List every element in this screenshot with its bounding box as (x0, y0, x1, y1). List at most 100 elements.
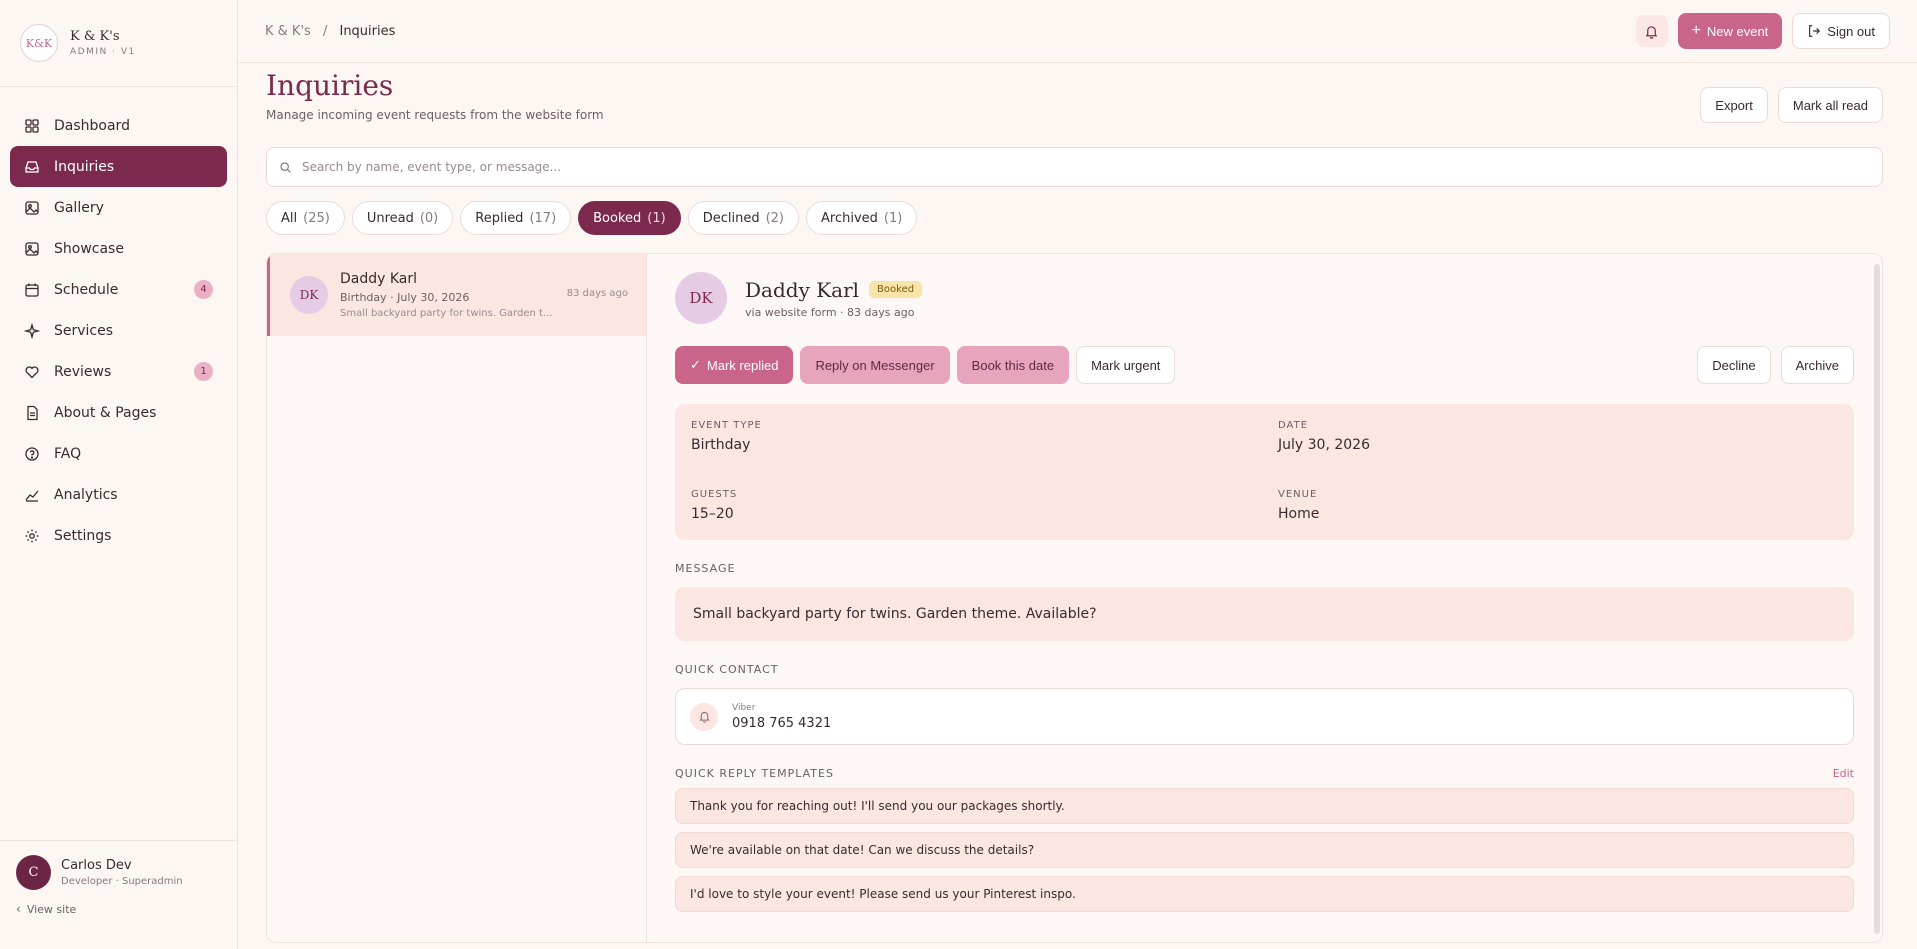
export-button[interactable]: Export (1700, 87, 1768, 123)
scrollbar[interactable] (1874, 264, 1880, 934)
document-icon (27, 405, 38, 420)
filter-label: Booked (593, 210, 642, 226)
sidebar-item-reviews[interactable]: Reviews 1 (10, 351, 227, 392)
avatar: DK (290, 276, 328, 314)
message-body: Small backyard party for twins. Garden t… (675, 587, 1854, 641)
filter-unread[interactable]: Unread (0) (351, 201, 454, 235)
reply-messenger-button[interactable]: Reply on Messenger (800, 346, 950, 384)
page-subtitle: Manage incoming event requests from the … (266, 108, 604, 122)
contact-type: Viber (732, 702, 756, 713)
sidebar-item-settings[interactable]: Settings (10, 515, 227, 556)
guests-value: 15–20 (691, 506, 734, 522)
sparkle-icon (24, 322, 40, 339)
view-site-link[interactable]: ‹ View site (16, 902, 222, 916)
check-icon: ✓ (690, 357, 701, 372)
user-profile[interactable]: C Carlos Dev Developer · Superadmin (16, 855, 222, 890)
sidebar-item-label: About & Pages (54, 404, 157, 421)
filter-count: (1) (647, 210, 666, 226)
bell-icon (690, 702, 718, 731)
mark-urgent-label: Mark urgent (1091, 357, 1161, 373)
inquiry-panel: DK Daddy Karl Birthday · July 30, 2026 S… (266, 253, 1883, 943)
filter-count: (17) (529, 210, 557, 226)
filter-label: Archived (821, 210, 878, 226)
inquiry-snippet: Small backyard party for twins. Garden t… (340, 308, 553, 319)
reviews-count-badge: 1 (194, 362, 213, 381)
sidebar-item-services[interactable]: Services (10, 310, 227, 351)
sign-out-button[interactable]: Sign out (1792, 13, 1890, 49)
filter-all[interactable]: All (25) (266, 201, 345, 235)
sidebar-item-dashboard[interactable]: Dashboard (10, 105, 227, 146)
sidebar-item-label: Showcase (54, 240, 124, 257)
sidebar-item-label: Inquiries (54, 158, 115, 175)
mark-replied-button[interactable]: ✓ Mark replied (675, 346, 794, 384)
plus-icon: + (1691, 22, 1701, 39)
edit-templates-link[interactable]: Edit (1833, 767, 1854, 780)
sidebar-item-schedule[interactable]: Schedule 4 (10, 269, 227, 310)
book-date-label: Book this date (971, 357, 1055, 373)
archive-button[interactable]: Archive (1780, 346, 1854, 384)
user-role: Developer · Superadmin (61, 876, 183, 887)
sidebar-item-label: Dashboard (54, 117, 130, 134)
view-site-label: View site (26, 902, 77, 916)
breadcrumb-separator: / (322, 23, 328, 39)
search-input[interactable] (302, 160, 1870, 174)
filter-count: (2) (765, 210, 784, 226)
sidebar-item-gallery[interactable]: Gallery (10, 187, 227, 228)
image-icon (25, 241, 39, 256)
sidebar-item-inquiries[interactable]: Inquiries (10, 146, 227, 187)
inquiry-source: via website form · 83 days ago (745, 305, 915, 319)
quick-reply-template[interactable]: We're available on that date! Can we dis… (675, 832, 1854, 868)
page-title: Inquiries (266, 69, 394, 102)
status-badge: Booked (869, 281, 923, 298)
contact-number: 0918 765 4321 (732, 715, 832, 731)
new-event-button[interactable]: + New event (1677, 13, 1783, 49)
filter-declined[interactable]: Declined (2) (687, 201, 799, 235)
mark-urgent-button[interactable]: Mark urgent (1076, 346, 1176, 384)
book-date-button[interactable]: Book this date (956, 346, 1070, 384)
filter-booked[interactable]: Booked (1) (578, 201, 681, 235)
list-item[interactable]: DK Daddy Karl Birthday · July 30, 2026 S… (267, 254, 646, 336)
inquiry-name: Daddy Karl (340, 271, 418, 287)
sidebar-item-showcase[interactable]: Showcase (10, 228, 227, 269)
sidebar: K&K K & K's ADMIN · V1 Dashboard Inquiri… (0, 0, 238, 949)
breadcrumb-root[interactable]: K & K's (265, 24, 311, 39)
contact-card[interactable]: Viber 0918 765 4321 (675, 688, 1854, 745)
export-label: Export (1715, 97, 1753, 113)
calendar-icon (25, 283, 39, 297)
user-name: Carlos Dev (61, 858, 132, 873)
quick-reply-template[interactable]: I'd love to style your event! Please sen… (675, 876, 1854, 912)
avatar: C (16, 855, 51, 890)
event-type-value: Birthday (691, 437, 751, 453)
date-value: July 30, 2026 (1278, 437, 1370, 453)
decline-button[interactable]: Decline (1697, 346, 1771, 384)
filter-replied[interactable]: Replied (17) (460, 201, 572, 235)
topbar: K & K's / Inquiries + New event Sign out (238, 0, 1917, 63)
brand[interactable]: K&K K & K's ADMIN · V1 (0, 0, 237, 87)
breadcrumb: K & K's / Inquiries (265, 24, 395, 39)
archive-label: Archive (1795, 357, 1839, 373)
guests-label: GUESTS (691, 489, 738, 500)
new-event-label: New event (1706, 23, 1769, 39)
mark-all-read-button[interactable]: Mark all read (1777, 87, 1883, 123)
filter-label: All (281, 210, 298, 226)
sidebar-item-label: Settings (54, 527, 112, 544)
contact-name: Daddy Karl (745, 277, 860, 302)
sidebar-item-label: Reviews (54, 363, 112, 380)
sidebar-item-label: Gallery (54, 199, 104, 216)
filter-archived[interactable]: Archived (1) (806, 201, 918, 235)
decline-label: Decline (1712, 357, 1756, 373)
event-info-card: EVENT TYPE Birthday DATE July 30, 2026 G… (675, 404, 1854, 540)
quick-reply-template[interactable]: Thank you for reaching out! I'll send yo… (675, 788, 1854, 824)
venue-value: Home (1278, 506, 1320, 522)
sign-out-icon (1809, 25, 1821, 37)
sign-out-label: Sign out (1827, 23, 1875, 39)
sidebar-item-about-pages[interactable]: About & Pages (10, 392, 227, 433)
inquiry-detail: DK Daddy Karl Booked via website form · … (647, 254, 1882, 942)
brand-logo: K&K (20, 24, 58, 62)
gear-icon (25, 529, 39, 542)
notifications-button[interactable] (1635, 15, 1668, 47)
breadcrumb-current: Inquiries (339, 23, 396, 39)
sidebar-item-faq[interactable]: FAQ (10, 433, 227, 474)
sidebar-footer: C Carlos Dev Developer · Superadmin ‹ Vi… (0, 840, 238, 949)
sidebar-item-analytics[interactable]: Analytics (10, 474, 227, 515)
